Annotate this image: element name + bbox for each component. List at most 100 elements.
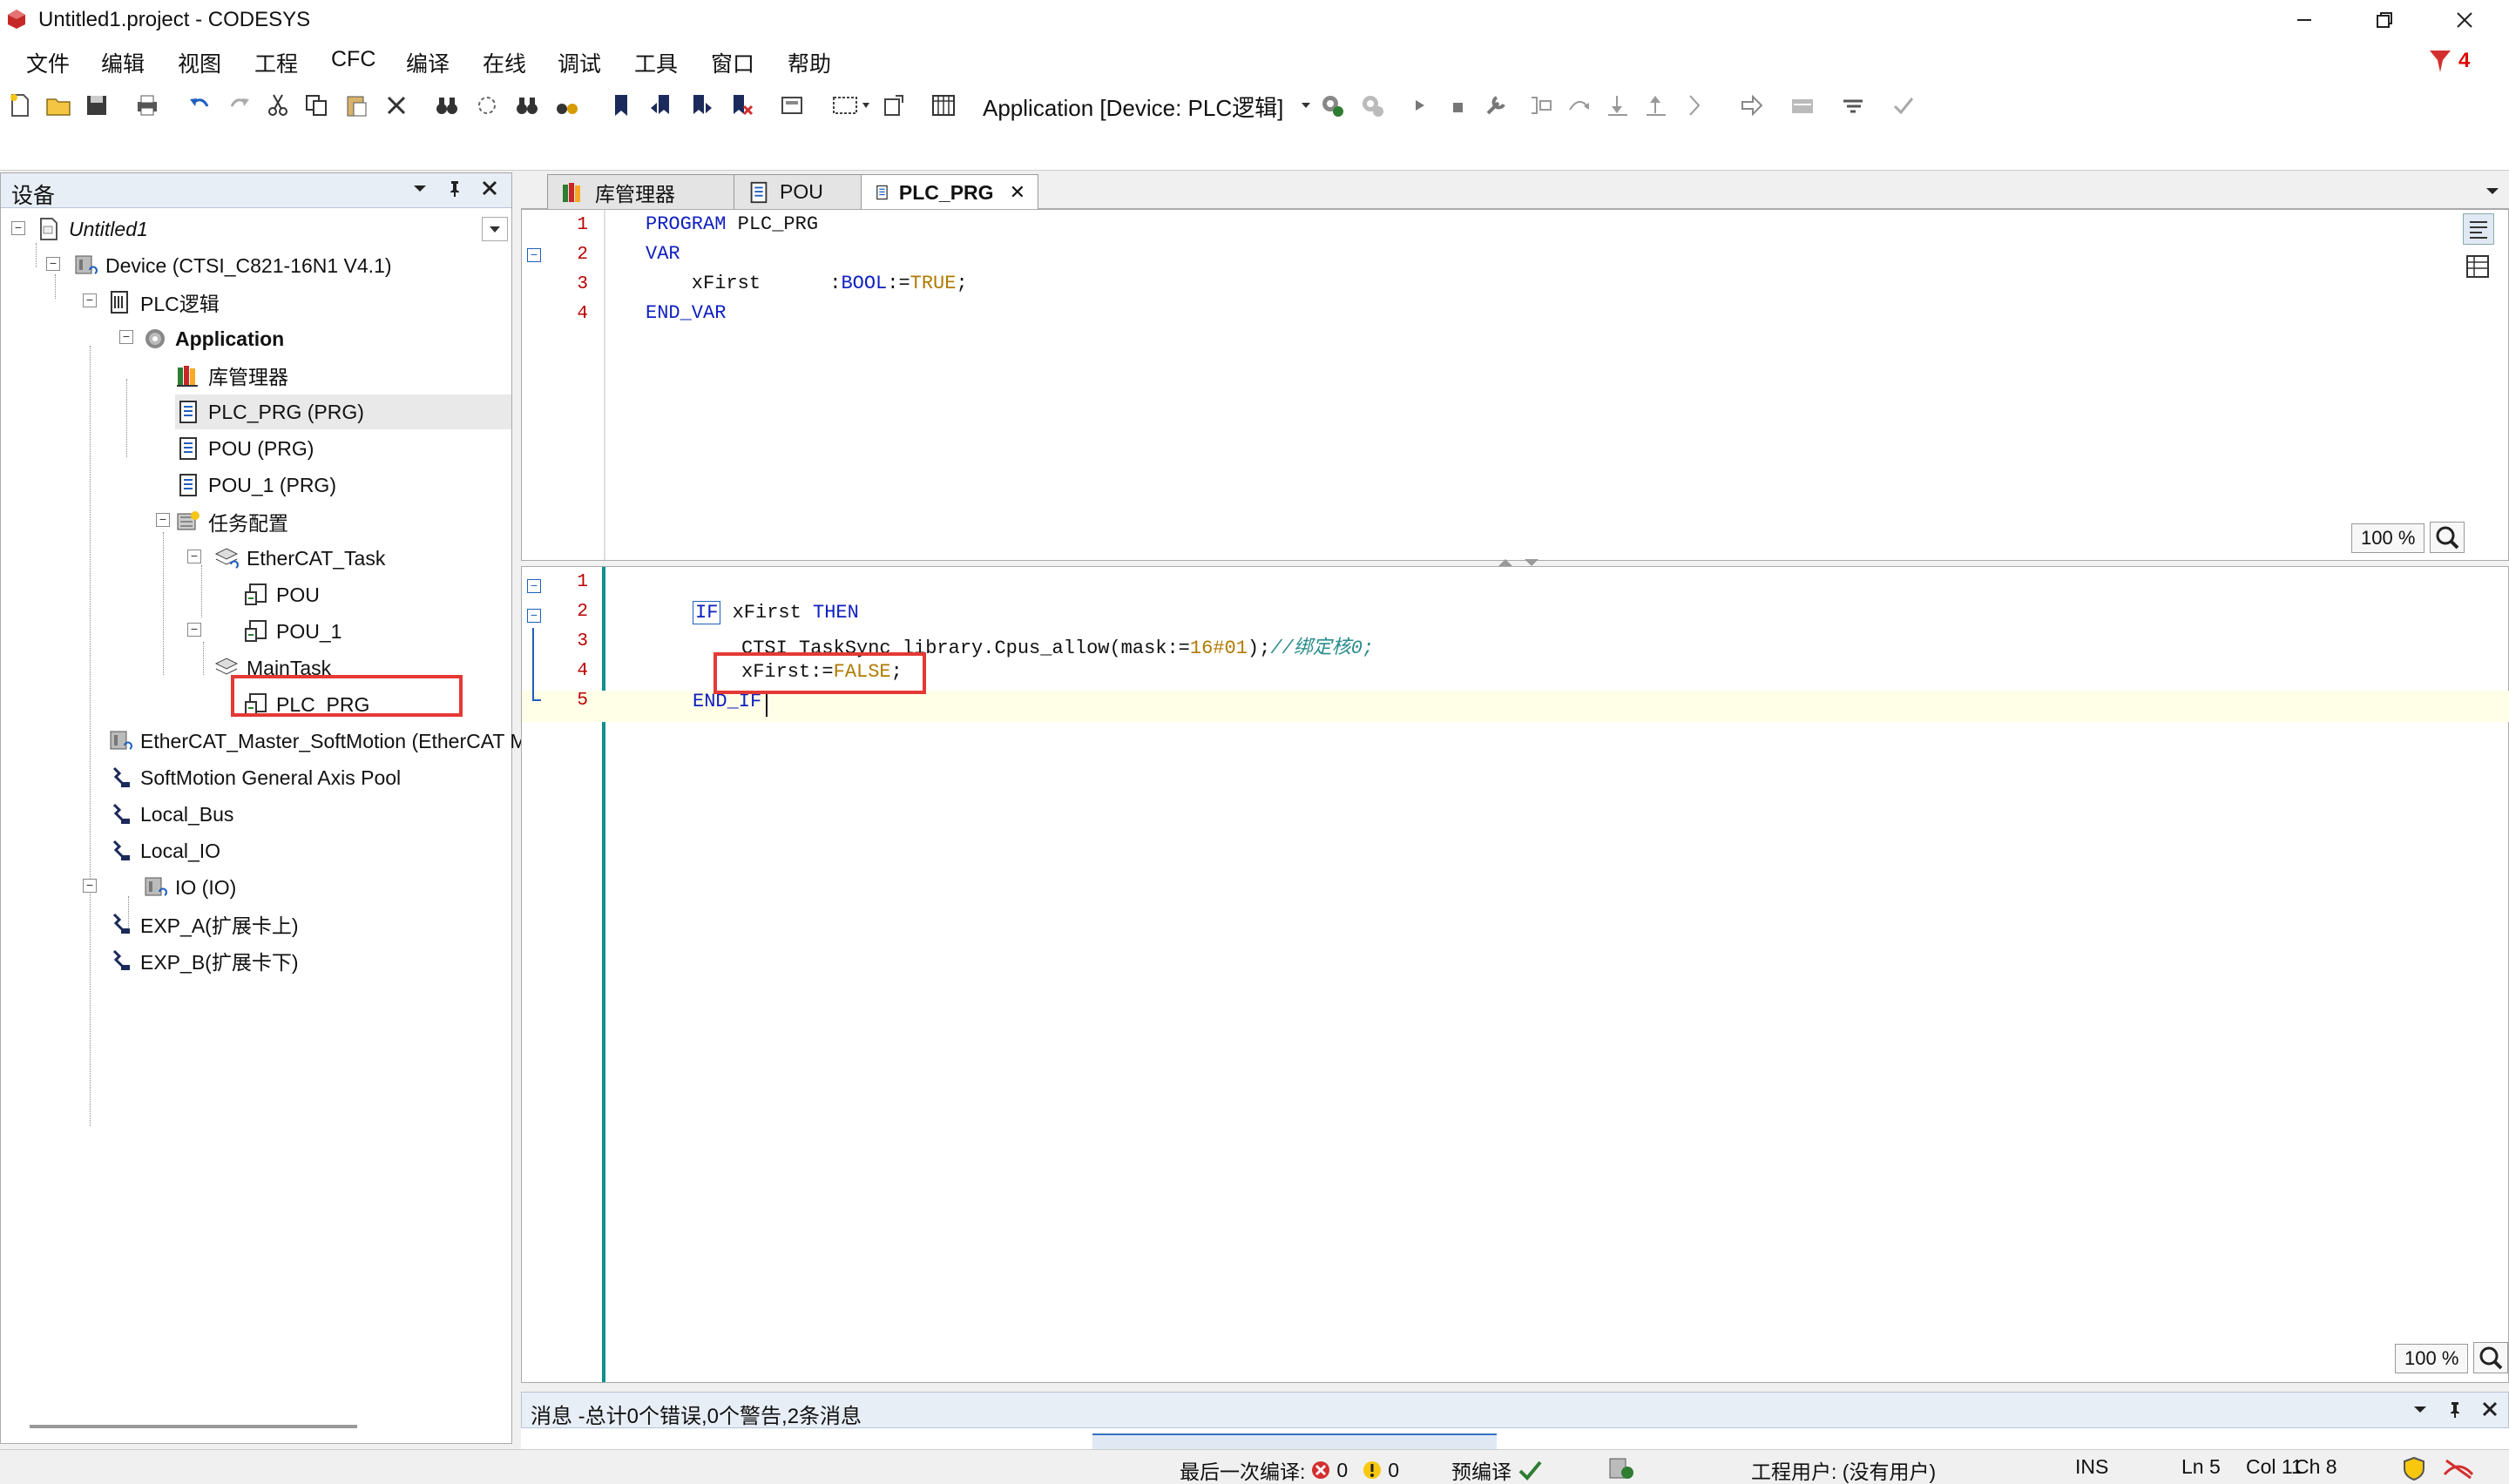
tree-item-library-manager[interactable]: 库管理器 — [175, 358, 288, 393]
zoom-level[interactable]: 100 % — [2351, 523, 2425, 553]
pin-button[interactable] — [2445, 1400, 2465, 1423]
panel-menu-button[interactable] — [2411, 1400, 2430, 1423]
tree-item-ethercat-task[interactable]: EtherCAT_Task — [213, 541, 385, 576]
login-button[interactable] — [1317, 91, 1347, 120]
tree-item-local-io[interactable]: Local_IO — [107, 833, 220, 868]
find-in-project-button[interactable] — [512, 91, 542, 120]
show-next-statement-button[interactable] — [1737, 91, 1767, 120]
menu-tools[interactable]: 工具 — [634, 47, 678, 78]
expander-maintask[interactable]: − — [187, 623, 201, 637]
reset-button[interactable] — [1481, 91, 1511, 120]
properties-button[interactable] — [878, 91, 908, 120]
tree-item-softmotion-pool[interactable]: SoftMotion General Axis Pool — [107, 760, 401, 795]
implementation-editor[interactable]: − − 1 2 3 4 5 IF xFirst THEN CTSI_TaskSy… — [521, 566, 2509, 1383]
tree-item-exp-b[interactable]: EXP_B(扩展卡下) — [107, 943, 298, 978]
prev-bookmark-button[interactable] — [646, 91, 676, 120]
cut-button[interactable] — [263, 91, 293, 120]
print-button[interactable] — [132, 91, 162, 120]
clear-bookmarks-button[interactable] — [727, 91, 756, 120]
save-button[interactable] — [82, 91, 112, 120]
active-application-selector[interactable]: Application [Device: PLC逻辑] — [983, 91, 1283, 122]
menu-online[interactable]: 在线 — [483, 47, 526, 78]
zoom-button[interactable] — [2430, 522, 2465, 553]
close-panel-button[interactable] — [2480, 1400, 2499, 1423]
write-values-button[interactable] — [1788, 91, 1817, 120]
tree-item-project-root[interactable]: Untitled1 — [36, 212, 148, 246]
horizontal-scrollbar[interactable] — [30, 1425, 357, 1428]
compare-button[interactable] — [777, 91, 807, 120]
security-status[interactable] — [2401, 1455, 2427, 1481]
tabular-view-button[interactable] — [2463, 252, 2494, 283]
textual-view-button[interactable] — [2463, 213, 2494, 245]
close-panel-button[interactable] — [480, 179, 499, 203]
fold-var-block[interactable]: − — [527, 248, 541, 262]
menu-project[interactable]: 工程 — [254, 47, 298, 78]
notification-badge[interactable]: 4 — [2427, 44, 2470, 78]
zoom-level[interactable]: 100 % — [2395, 1344, 2469, 1373]
tree-item-ethercat-master[interactable]: EtherCAT_Master_SoftMotion (EtherCAT M — [107, 724, 527, 759]
panel-menu-button[interactable] — [410, 179, 429, 203]
unforce-button[interactable] — [1889, 91, 1918, 120]
stop-button[interactable] — [1443, 91, 1472, 120]
declaration-editor[interactable]: − 1 2 3 4 PROGRAM PLC_PRG VAR xFirst :BO… — [521, 209, 2509, 561]
minimize-button[interactable] — [2265, 0, 2343, 40]
tree-item-device[interactable]: Device (CTSI_C821-16N1 V4.1) — [72, 248, 392, 283]
open-button[interactable] — [44, 91, 73, 120]
device-config-button[interactable] — [929, 91, 958, 120]
app-selector-dropdown-arrow[interactable] — [1291, 91, 1321, 120]
logout-button[interactable] — [1357, 91, 1387, 120]
expander-local-io[interactable]: − — [83, 879, 97, 893]
tree-item-io[interactable]: IO (IO) — [142, 870, 236, 905]
tree-item-ethercat-task-pou-1[interactable]: POU_1 — [243, 614, 342, 649]
delete-button[interactable] — [382, 91, 411, 120]
new-file-button[interactable] — [5, 91, 35, 120]
tree-item-ethercat-task-pou[interactable]: POU — [243, 577, 320, 612]
tree-item-plc-prg-selected[interactable]: PLC_PRG (PRG) — [175, 395, 511, 429]
menu-window[interactable]: 窗口 — [711, 47, 754, 78]
menu-file[interactable]: 文件 — [26, 47, 70, 78]
tree-dropdown-button[interactable] — [482, 217, 508, 241]
start-button[interactable] — [1404, 91, 1434, 120]
tree-item-pou[interactable]: POU (PRG) — [175, 431, 314, 466]
menu-cfc[interactable]: CFC — [331, 47, 375, 72]
tab-list-dropdown[interactable] — [2483, 181, 2502, 205]
tree-item-task-config[interactable]: 任务配置 — [175, 504, 288, 539]
precompile-status[interactable]: 预编译 — [1451, 1455, 1543, 1484]
expander-task-config[interactable]: − — [156, 513, 170, 527]
menu-view[interactable]: 视图 — [178, 47, 221, 78]
step-over-button[interactable] — [1565, 91, 1594, 120]
tree-item-application[interactable]: Application — [142, 321, 284, 356]
toggle-breakpoint-button[interactable] — [1526, 91, 1556, 120]
redo-button[interactable] — [225, 91, 254, 120]
fold-toggle[interactable]: − — [527, 579, 541, 593]
message-filter-buttons[interactable] — [1092, 1433, 1497, 1449]
close-tab-button[interactable]: ✕ — [1010, 181, 1025, 204]
tree-item-plc-logic[interactable]: PLC逻辑 — [107, 285, 220, 320]
replace-button[interactable] — [472, 91, 502, 120]
tab-pou[interactable]: POU — [734, 174, 864, 209]
next-bookmark-button[interactable] — [686, 91, 716, 120]
step-into-button[interactable] — [1603, 91, 1633, 120]
run-to-cursor-button[interactable] — [1680, 91, 1709, 120]
force-values-button[interactable] — [1838, 91, 1868, 120]
pin-button[interactable] — [445, 179, 464, 203]
replace-in-project-button[interactable] — [552, 91, 582, 120]
device-status[interactable] — [1606, 1455, 1636, 1481]
expander-ethercat-task[interactable]: − — [187, 550, 201, 563]
expander-application[interactable]: − — [119, 330, 133, 344]
undo-button[interactable] — [185, 91, 214, 120]
tree-item-local-bus[interactable]: Local_Bus — [107, 797, 233, 832]
paste-button[interactable] — [342, 91, 371, 120]
bookmark-button[interactable] — [606, 91, 636, 120]
menu-edit[interactable]: 编辑 — [101, 47, 145, 78]
fold-if-block[interactable]: − — [527, 609, 541, 623]
expander-device[interactable]: − — [46, 257, 60, 271]
step-out-button[interactable] — [1641, 91, 1671, 120]
expander-root[interactable]: − — [11, 221, 25, 235]
expander-plc-logic[interactable]: − — [83, 293, 97, 307]
zoom-button[interactable] — [2473, 1342, 2508, 1373]
copy-button[interactable] — [301, 91, 331, 120]
close-window-button[interactable] — [2425, 0, 2504, 40]
find-button[interactable] — [432, 91, 462, 120]
insert-dropdown-button[interactable] — [829, 91, 875, 120]
